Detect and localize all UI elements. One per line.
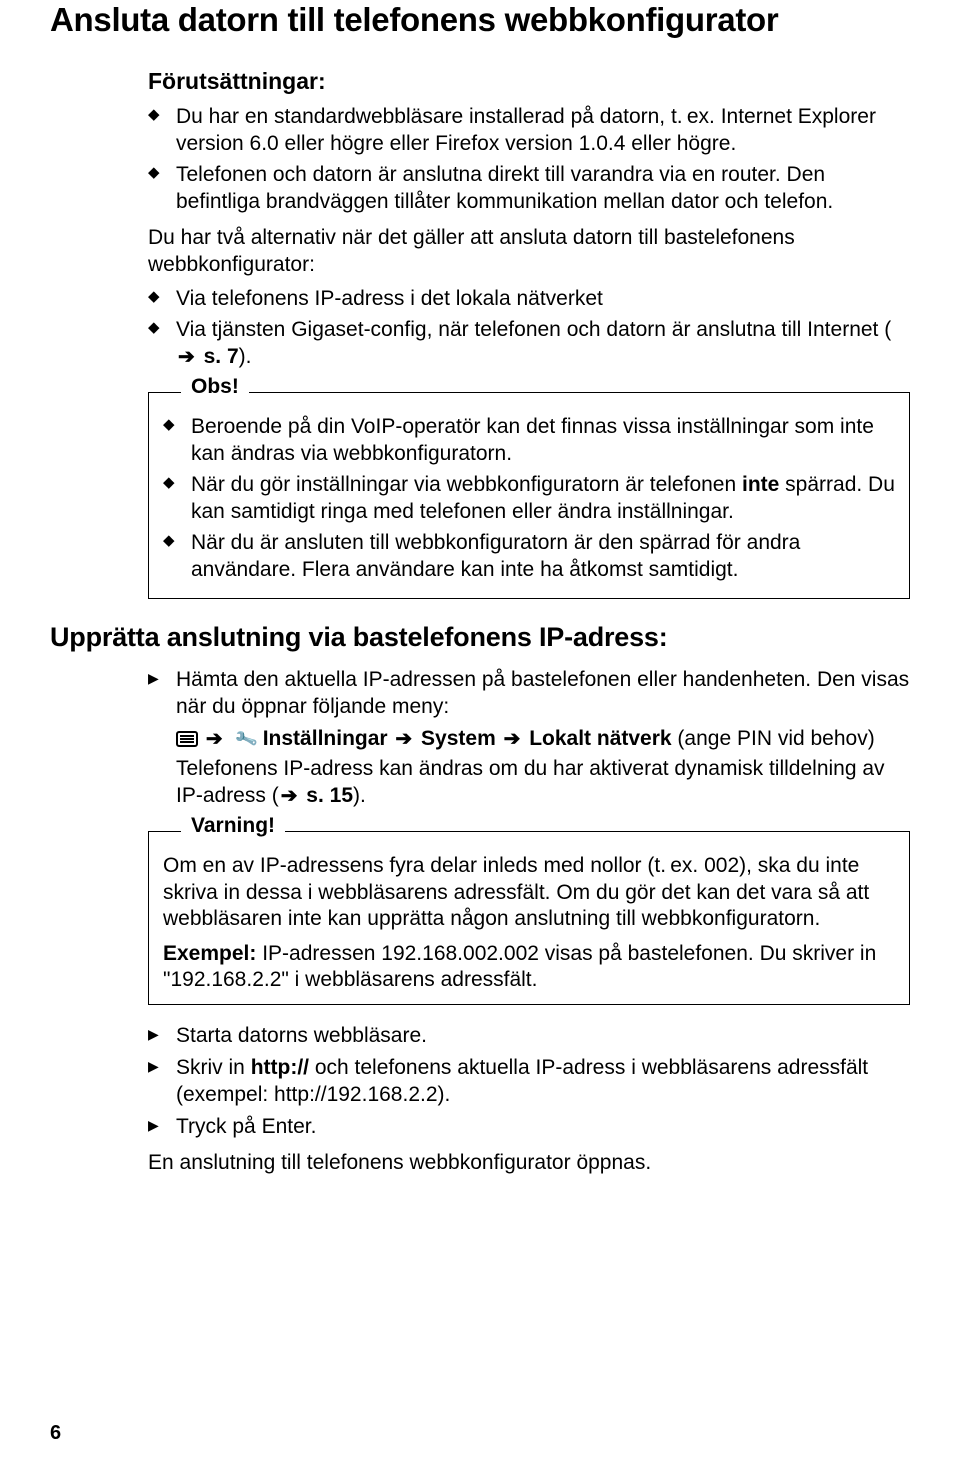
list-item: När du gör inställningar via webbkonfigu… <box>163 472 895 525</box>
menu-path: ➔ 🔧 Inställningar ➔ System ➔ Lokalt nätv… <box>176 726 910 752</box>
text: ). <box>239 345 252 368</box>
text: Skriv in <box>176 1056 251 1079</box>
box-title-line: Varning! <box>149 831 909 832</box>
prereq-heading: Förutsättningar: <box>148 67 910 96</box>
text: Hämta den aktuella IP-adressen på bastel… <box>176 668 909 717</box>
arrow-icon: ➔ <box>281 784 298 809</box>
prereq-list: Du har en standardwebbläsare installerad… <box>148 104 910 215</box>
text: Via tjänsten Gigaset-config, när telefon… <box>176 318 891 341</box>
content-block-2: Hämta den aktuella IP-adressen på bastel… <box>148 667 910 1177</box>
box-title-line: Obs! <box>149 392 909 393</box>
example-label: Exempel: <box>163 942 256 965</box>
wrench-icon: 🔧 <box>230 725 261 756</box>
warning-example: Exempel: IP-adressen 192.168.002.002 vis… <box>163 941 895 994</box>
page-number: 6 <box>50 1422 61 1445</box>
alt-list: Via telefonens IP-adress i det lokala nä… <box>148 286 910 370</box>
list-item: Hämta den aktuella IP-adressen på bastel… <box>148 667 910 809</box>
steps-list-2: Starta datorns webbläsare. Skriv in http… <box>148 1023 910 1141</box>
list-item: Tryck på Enter. <box>148 1114 910 1140</box>
menu-icon <box>176 731 198 747</box>
warning-text: Om en av IP-adressens fyra delar inleds … <box>163 853 895 932</box>
list-item: Via tjänsten Gigaset-config, när telefon… <box>148 317 910 370</box>
arrow-icon: ➔ <box>395 727 412 752</box>
list-item: Telefonen och datorn är anslutna direkt … <box>148 162 910 215</box>
content-block: Förutsättningar: Du har en standardwebbl… <box>148 67 910 599</box>
page: Ansluta datorn till telefonens webbkonfi… <box>0 2 960 1473</box>
list-item: Starta datorns webbläsare. <box>148 1023 910 1049</box>
list-item: Skriv in http:// och telefonens aktuella… <box>148 1055 910 1108</box>
arrow-icon: ➔ <box>206 727 223 752</box>
box-title: Obs! <box>181 374 249 400</box>
warning-box: Varning! Om en av IP-adressens fyra dela… <box>148 831 910 1004</box>
bold-text: http:// <box>251 1056 309 1079</box>
bold-text: inte <box>742 473 779 496</box>
page-title: Ansluta datorn till telefonens webbkonfi… <box>50 2 910 38</box>
text: ). <box>353 784 366 807</box>
note-box-obs: Obs! Beroende på din VoIP-operatör kan d… <box>148 392 910 599</box>
menu-item: Inställningar <box>263 727 388 750</box>
arrow-icon: ➔ <box>178 345 195 370</box>
list-item: Du har en standardwebbläsare installerad… <box>148 104 910 157</box>
menu-item: Lokalt nätverk <box>529 727 671 750</box>
cross-reference: s. 15 <box>300 784 353 807</box>
menu-item: System <box>421 727 496 750</box>
list-item: Via telefonens IP-adress i det lokala nä… <box>148 286 910 312</box>
text: (ange PIN vid behov) <box>672 727 875 750</box>
list-item: När du är ansluten till webbkonfigurator… <box>163 530 895 583</box>
text: När du gör inställningar via webbkonfigu… <box>191 473 742 496</box>
obs-list: Beroende på din VoIP-operatör kan det fi… <box>163 414 895 583</box>
list-item: Beroende på din VoIP-operatör kan det fi… <box>163 414 895 467</box>
final-text: En anslutning till telefonens webbkonfig… <box>148 1150 910 1176</box>
arrow-icon: ➔ <box>504 727 521 752</box>
section-heading: Upprätta anslutning via bastelefonens IP… <box>50 622 910 653</box>
alt-intro: Du har två alternativ när det gäller att… <box>148 225 910 278</box>
text: Telefonens IP-adress kan ändras om du ha… <box>176 756 910 809</box>
box-title: Varning! <box>181 813 285 839</box>
text: IP-adressen 192.168.002.002 visas på bas… <box>163 942 876 991</box>
steps-list-1: Hämta den aktuella IP-adressen på bastel… <box>148 667 910 809</box>
cross-reference: s. 7 <box>198 345 239 368</box>
